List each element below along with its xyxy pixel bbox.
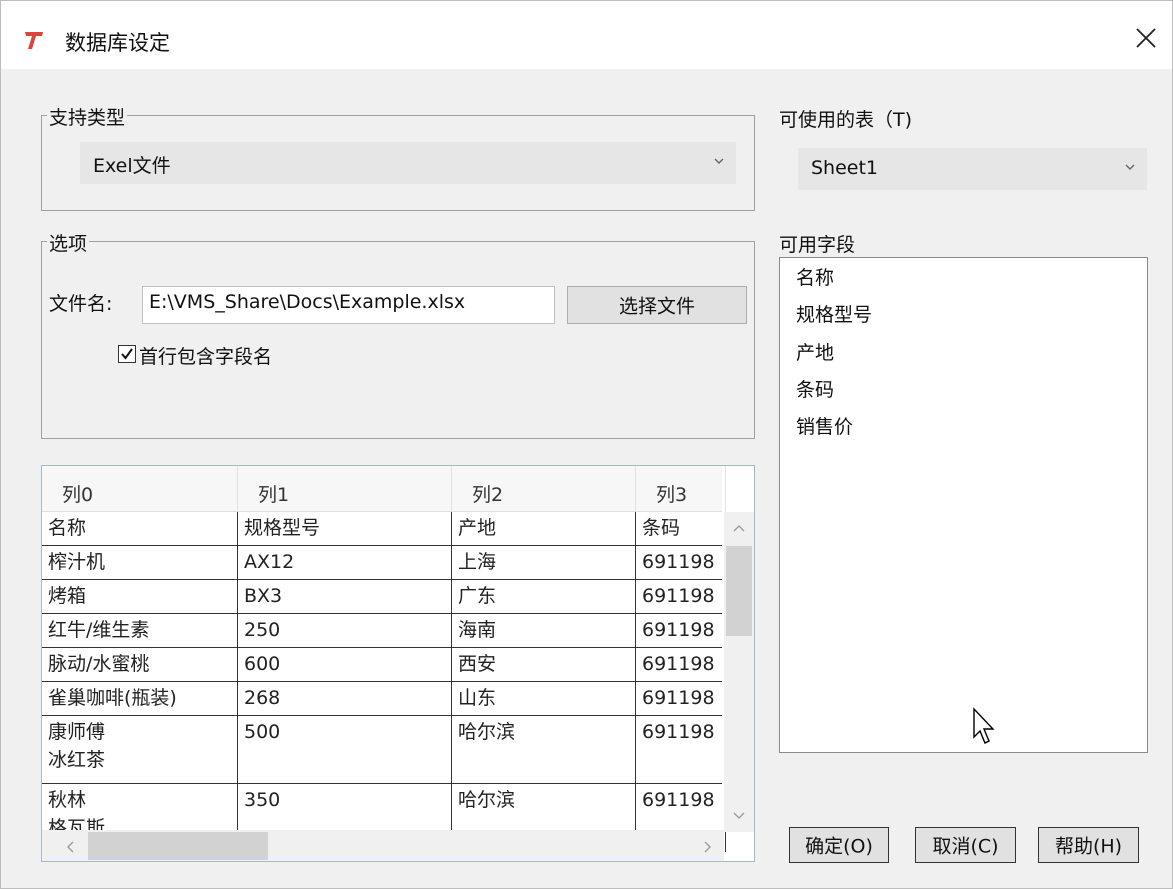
grid-column-header[interactable]: 列3 <box>636 466 726 512</box>
table-cell[interactable]: 691198 <box>636 682 726 716</box>
horizontal-scroll-thumb[interactable] <box>88 832 268 860</box>
table-cell[interactable]: 产地 <box>452 512 636 546</box>
ok-button-label: 确定(O) <box>805 835 873 858</box>
options-group <box>41 241 755 439</box>
header-row-checkbox-label: 首行包含字段名 <box>139 346 273 368</box>
table-cell[interactable]: 哈尔滨 <box>452 716 636 784</box>
grid-column-header[interactable]: 列2 <box>452 466 636 512</box>
help-button-label: 帮助(H) <box>1054 835 1123 858</box>
table-cell[interactable]: 广东 <box>452 580 636 614</box>
table-row[interactable]: 榨汁机 AX12 上海 691198 <box>42 546 726 580</box>
support-type-dropdown[interactable]: Exel文件 <box>80 142 736 184</box>
mouse-cursor-icon <box>973 707 995 744</box>
scroll-left-icon[interactable] <box>64 840 78 854</box>
field-list-item[interactable]: 产地 <box>796 338 834 365</box>
table-cell[interactable]: 脉动/水蜜桃 <box>42 648 238 682</box>
app-logo-icon <box>23 29 45 51</box>
table-row[interactable]: 名称 规格型号 产地 条码 <box>42 512 726 546</box>
table-cell[interactable]: 烤箱 <box>42 580 238 614</box>
database-settings-dialog: 数据库设定 支持类型 Exel文件 选项 文件名: E:\VMS_Share\D… <box>0 0 1173 889</box>
table-cell[interactable]: 500 <box>238 716 452 784</box>
table-cell[interactable]: 红牛/维生素 <box>42 614 238 648</box>
field-list-item[interactable]: 条码 <box>796 375 834 402</box>
table-cell[interactable]: 691198 <box>636 546 726 580</box>
scroll-down-icon[interactable] <box>732 808 746 822</box>
filename-field[interactable]: E:\VMS_Share\Docs\Example.xlsx <box>142 286 555 324</box>
table-cell[interactable]: 海南 <box>452 614 636 648</box>
grid-column-header[interactable]: 列1 <box>238 466 452 512</box>
table-cell[interactable]: 上海 <box>452 546 636 580</box>
support-type-selected: Exel文件 <box>93 155 171 177</box>
table-row[interactable]: 康师傅 冰红茶 500 哈尔滨 691198 <box>42 716 726 784</box>
available-tables-selected: Sheet1 <box>811 157 879 179</box>
table-cell[interactable]: BX3 <box>238 580 452 614</box>
choose-file-button[interactable]: 选择文件 <box>567 286 747 324</box>
grid-column-header[interactable]: 列0 <box>42 466 238 512</box>
available-tables-label: 可使用的表（T) <box>779 109 913 131</box>
table-cell[interactable]: 268 <box>238 682 452 716</box>
table-row[interactable]: 脉动/水蜜桃 600 西安 691198 <box>42 648 726 682</box>
support-type-group-label: 支持类型 <box>47 103 128 130</box>
ok-button[interactable]: 确定(O) <box>789 827 889 863</box>
available-fields-list[interactable]: 名称 规格型号 产地 条码 销售价 <box>779 257 1148 753</box>
filename-label: 文件名: <box>49 293 113 315</box>
available-tables-dropdown[interactable]: Sheet1 <box>798 148 1147 190</box>
table-cell[interactable]: 条码 <box>636 512 726 546</box>
cancel-button[interactable]: 取消(C) <box>915 827 1016 863</box>
table-cell[interactable]: 691198 <box>636 648 726 682</box>
table-cell[interactable]: 康师傅 冰红茶 <box>42 716 238 784</box>
table-cell[interactable]: 250 <box>238 614 452 648</box>
help-button[interactable]: 帮助(H) <box>1038 827 1139 863</box>
field-list-item[interactable]: 规格型号 <box>796 300 872 327</box>
table-cell[interactable]: 691198 <box>636 614 726 648</box>
table-row[interactable]: 烤箱 BX3 广东 691198 <box>42 580 726 614</box>
table-cell[interactable]: 600 <box>238 648 452 682</box>
close-icon <box>1136 28 1156 48</box>
cancel-button-label: 取消(C) <box>932 835 999 858</box>
window-title: 数据库设定 <box>65 31 170 55</box>
chevron-down-icon <box>1125 164 1135 170</box>
table-row[interactable]: 红牛/维生素 250 海南 691198 <box>42 614 726 648</box>
horizontal-scrollbar[interactable] <box>42 830 724 861</box>
field-list-item[interactable]: 名称 <box>796 263 834 290</box>
table-cell[interactable]: 榨汁机 <box>42 546 238 580</box>
chevron-down-icon <box>714 158 724 164</box>
title-bar: 数据库设定 <box>1 1 1172 69</box>
choose-file-button-label: 选择文件 <box>618 295 695 318</box>
data-preview-grid[interactable]: 列0 列1 列2 列3 名称 规格型号 产地 条码 榨汁机 AX12 上海 691198 烤箱 B… <box>41 465 755 862</box>
vertical-scrollbar[interactable] <box>724 512 754 832</box>
table-cell[interactable]: 691198 <box>636 716 726 784</box>
grid-header-row: 列0 列1 列2 列3 <box>42 466 726 512</box>
vertical-scroll-thumb[interactable] <box>726 546 752 636</box>
table-cell[interactable]: 691198 <box>636 580 726 614</box>
scroll-up-icon[interactable] <box>732 522 746 536</box>
available-fields-label: 可用字段 <box>779 234 856 256</box>
scroll-right-icon[interactable] <box>700 840 714 854</box>
header-row-checkbox[interactable] <box>118 345 136 363</box>
table-cell[interactable]: 西安 <box>452 648 636 682</box>
table-cell[interactable]: 规格型号 <box>238 512 452 546</box>
field-list-item[interactable]: 销售价 <box>796 412 853 439</box>
table-cell[interactable]: AX12 <box>238 546 452 580</box>
options-group-label: 选项 <box>47 229 90 256</box>
table-cell[interactable]: 雀巢咖啡(瓶装) <box>42 682 238 716</box>
table-cell[interactable]: 山东 <box>452 682 636 716</box>
checkmark-icon <box>121 348 133 360</box>
close-button[interactable] <box>1125 17 1167 59</box>
table-row[interactable]: 雀巢咖啡(瓶装) 268 山东 691198 <box>42 682 726 716</box>
table-cell[interactable]: 名称 <box>42 512 238 546</box>
